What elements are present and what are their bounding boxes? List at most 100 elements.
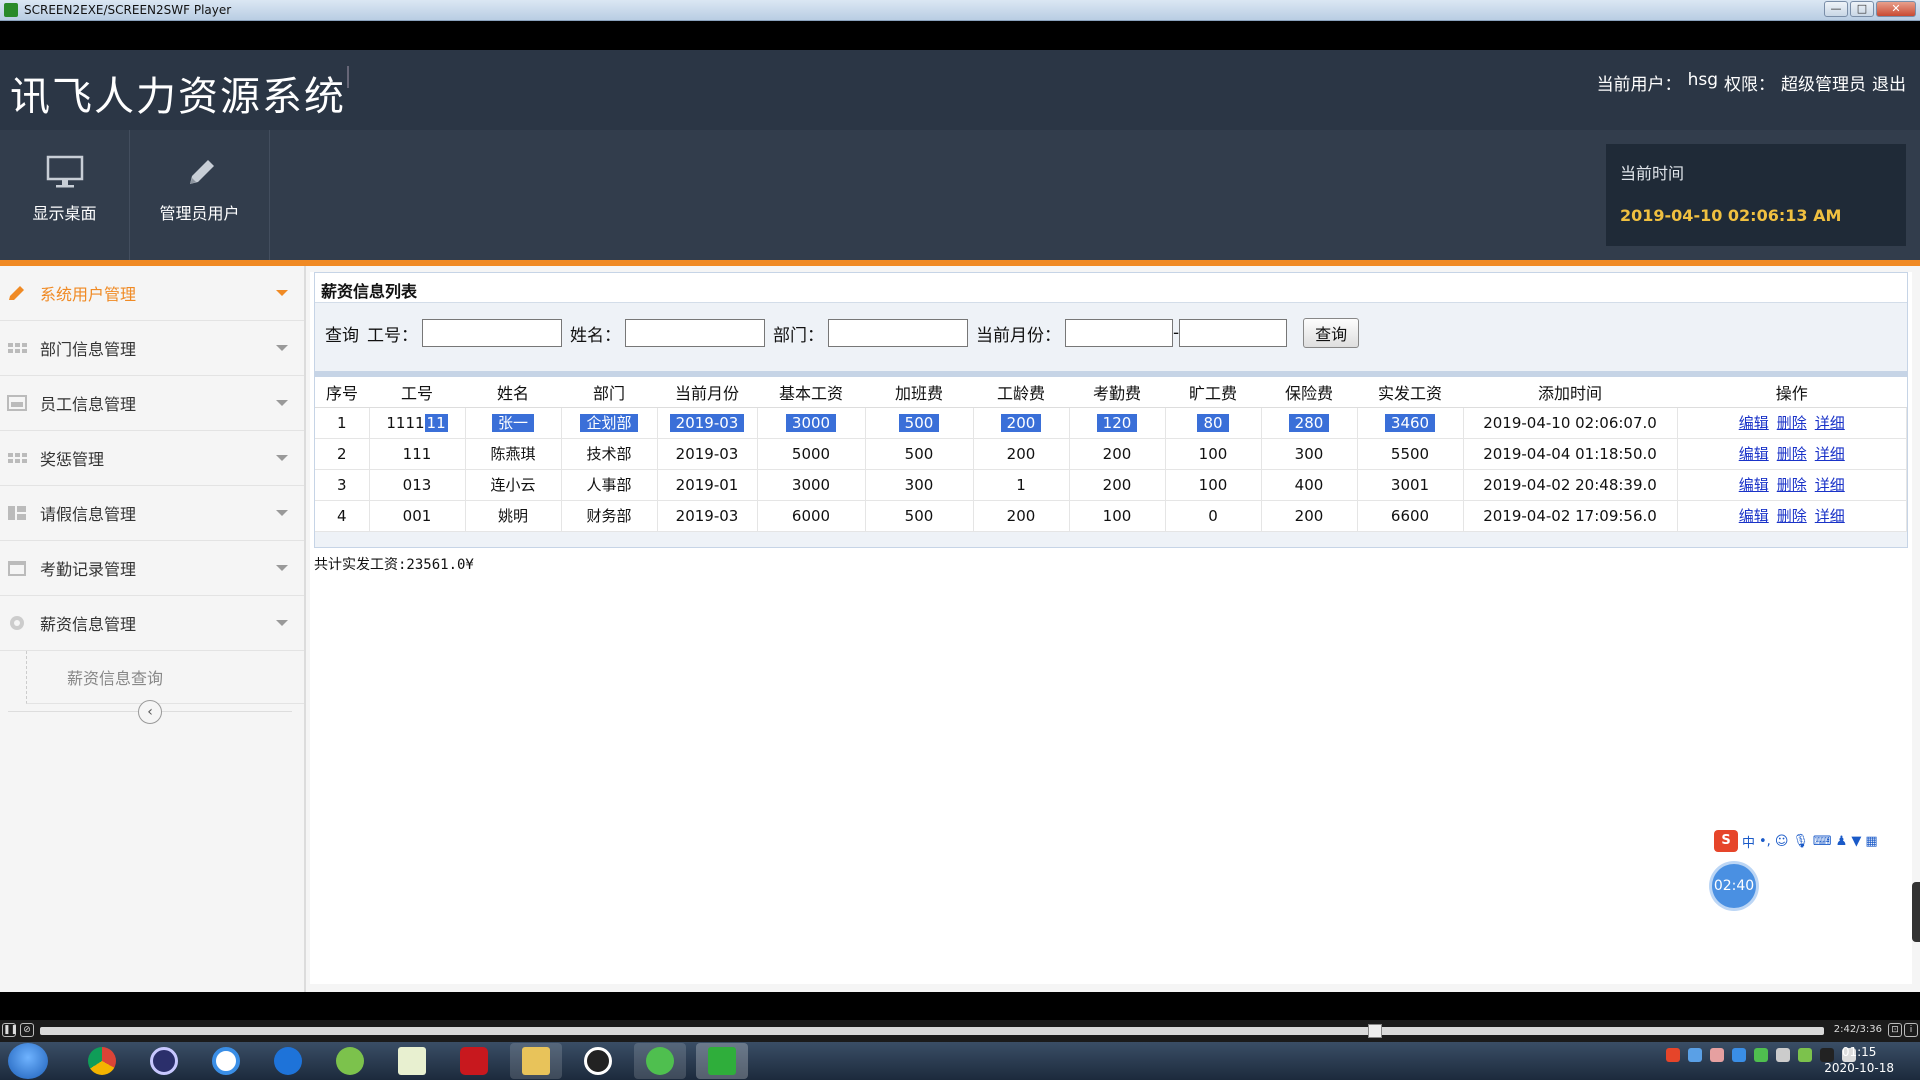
minimize-button[interactable]: — xyxy=(1824,1,1848,17)
admin-user-button[interactable]: 管理员用户 xyxy=(130,130,270,260)
cell-name: 姚明 xyxy=(465,500,562,532)
sidebar-item-rewards[interactable]: 奖惩管理 xyxy=(0,431,304,486)
salary-total: 共计实发工资:23561.0¥ xyxy=(314,557,474,573)
seek-knob[interactable] xyxy=(1368,1024,1382,1038)
close-button[interactable]: ✕ xyxy=(1876,1,1916,17)
leaf-icon xyxy=(336,1047,364,1075)
shirt-icon[interactable]: ▼ xyxy=(1851,834,1861,849)
ime-language[interactable]: 中 xyxy=(1742,832,1755,851)
sogou-icon[interactable]: S xyxy=(1714,830,1738,852)
browser-icon xyxy=(274,1047,302,1075)
sidebar-item-salary[interactable]: 薪资信息管理 xyxy=(0,596,304,651)
chevron-down-icon xyxy=(276,455,288,461)
detail-link[interactable]: 详细 xyxy=(1815,507,1845,525)
detail-link[interactable]: 详细 xyxy=(1815,476,1845,494)
keyboard-icon[interactable]: ⌨ xyxy=(1813,834,1832,849)
delete-link[interactable]: 删除 xyxy=(1777,476,1807,494)
table-row[interactable]: 4 001 姚明 财务部 2019-03 6000 500 200 100 0 … xyxy=(315,500,1907,532)
cell-absence: 80 xyxy=(1165,407,1262,439)
ime-toolbar[interactable]: S 中 •, ☺ 🎙 ⌨ ♟ ▼ ▦ xyxy=(1714,830,1878,852)
info-icon[interactable]: i xyxy=(1904,1023,1918,1037)
taskbar-browser[interactable] xyxy=(262,1043,314,1079)
user-icon[interactable]: ♟ xyxy=(1836,834,1848,849)
delete-link[interactable]: 删除 xyxy=(1777,414,1807,432)
volume-icon[interactable] xyxy=(1776,1048,1790,1062)
punctuation-icon[interactable]: •, xyxy=(1759,834,1771,849)
month-end-input[interactable] xyxy=(1179,319,1288,347)
show-desktop-button[interactable]: 显示桌面 xyxy=(0,130,130,260)
edit-link[interactable]: 编辑 xyxy=(1739,445,1769,463)
edit-link[interactable]: 编辑 xyxy=(1739,476,1769,494)
taskbar-wechat[interactable] xyxy=(634,1043,686,1079)
edit-link[interactable]: 编辑 xyxy=(1739,507,1769,525)
floating-timer[interactable]: 02:40 xyxy=(1712,864,1756,908)
department-input[interactable] xyxy=(828,319,968,347)
col-header: 实发工资 xyxy=(1357,377,1463,408)
apps-icon[interactable]: ▦ xyxy=(1865,834,1877,849)
taskbar-chrome[interactable] xyxy=(76,1043,128,1079)
cell-id-part: 1111 xyxy=(386,413,425,432)
network-icon[interactable] xyxy=(1798,1048,1812,1062)
sidebar-item-label: 员工信息管理 xyxy=(40,395,137,414)
calendar-icon xyxy=(8,561,26,576)
pencil-icon xyxy=(189,160,214,184)
table-row[interactable]: 1 1111 11 张一 企划部 2019-03 3000 500 200 120… xyxy=(315,407,1907,439)
cell-department: 企划部 xyxy=(561,407,658,439)
sidebar-item-departments[interactable]: 部门信息管理 xyxy=(0,321,304,376)
query-button[interactable]: 查询 xyxy=(1303,318,1360,348)
start-button[interactable] xyxy=(8,1043,48,1079)
cell-insurance: 300 xyxy=(1261,438,1358,470)
taskbar-flash[interactable] xyxy=(448,1043,500,1079)
sidebar-item-employees[interactable]: 员工信息管理 xyxy=(0,376,304,431)
sidebar-item-attendance[interactable]: 考勤记录管理 xyxy=(0,541,304,596)
month-start-input[interactable] xyxy=(1065,319,1173,347)
cell-insurance: 280 xyxy=(1261,407,1358,439)
sogou-tray-icon[interactable] xyxy=(1666,1048,1680,1062)
logout-link[interactable]: 退出 xyxy=(1872,70,1906,95)
cell-seniority: 1 xyxy=(973,469,1070,501)
table-row[interactable]: 2 111 陈燕琪 技术部 2019-03 5000 500 200 200 1… xyxy=(315,438,1907,470)
salary-table: 序号 工号 姓名 部门 当前月份 基本工资 加班费 工龄费 考勤费 旷工费 保险… xyxy=(315,377,1907,532)
collapse-sidebar-button[interactable]: ‹ xyxy=(138,700,162,724)
detail-link[interactable]: 详细 xyxy=(1815,445,1845,463)
taskbar-explorer[interactable] xyxy=(510,1043,562,1079)
taskbar-notepad[interactable] xyxy=(386,1043,438,1079)
seek-track[interactable] xyxy=(40,1027,1824,1035)
cell-added-time: 2019-04-02 20:48:39.0 xyxy=(1463,469,1678,501)
microphone-icon[interactable]: 🎙 xyxy=(1792,834,1809,849)
taskbar-baidu-netdisk[interactable] xyxy=(200,1043,252,1079)
col-header: 旷工费 xyxy=(1165,377,1261,408)
sidebar-item-system-users[interactable]: 系统用户管理 xyxy=(0,266,304,321)
tray-icon[interactable] xyxy=(1710,1048,1724,1062)
wechat-tray-icon[interactable] xyxy=(1754,1048,1768,1062)
taskbar-app-2[interactable] xyxy=(138,1043,190,1079)
emoji-icon[interactable]: ☺ xyxy=(1775,834,1789,849)
employee-id-input[interactable] xyxy=(422,319,562,347)
tray-icon[interactable] xyxy=(1688,1048,1702,1062)
delete-link[interactable]: 删除 xyxy=(1777,445,1807,463)
fullscreen-icon[interactable]: ⊡ xyxy=(1888,1023,1902,1037)
table-row[interactable]: 3 013 连小云 人事部 2019-01 3000 300 1 200 100… xyxy=(315,469,1907,501)
pause-icon[interactable]: ❚❚ xyxy=(2,1023,18,1037)
taskbar-clock[interactable]: 01:15 2020-10-18 xyxy=(1824,1044,1894,1076)
taskbar-leaf[interactable] xyxy=(324,1043,376,1079)
edit-link[interactable]: 编辑 xyxy=(1739,414,1769,432)
delete-link[interactable]: 删除 xyxy=(1777,507,1807,525)
table-header-row: 序号 工号 姓名 部门 当前月份 基本工资 加班费 工龄费 考勤费 旷工费 保险… xyxy=(315,377,1907,408)
col-header: 序号 xyxy=(315,377,369,408)
taskbar-player[interactable] xyxy=(696,1043,748,1079)
taskbar-qq[interactable] xyxy=(572,1043,624,1079)
cell-department: 技术部 xyxy=(561,438,658,470)
cell-seniority: 200 xyxy=(973,438,1070,470)
detail-link[interactable]: 详细 xyxy=(1815,414,1845,432)
sidebar: 系统用户管理 部门信息管理 员工信息管理 奖惩管理 请假信息管理 考勤记录管理 xyxy=(0,266,306,992)
side-handle[interactable] xyxy=(1912,882,1920,942)
current-time-box: 当前时间 2019-04-10 02:06:13 AM xyxy=(1606,144,1906,246)
shield-icon[interactable] xyxy=(1732,1048,1746,1062)
stop-icon[interactable]: ⊘ xyxy=(20,1023,34,1037)
sidebar-item-leave[interactable]: 请假信息管理 xyxy=(0,486,304,541)
employee-id-label: 工号： xyxy=(367,325,418,346)
sidebar-subitem-salary-query[interactable]: 薪资信息查询 xyxy=(26,651,304,704)
name-input[interactable] xyxy=(625,319,765,347)
maximize-button[interactable]: □ xyxy=(1850,1,1874,17)
